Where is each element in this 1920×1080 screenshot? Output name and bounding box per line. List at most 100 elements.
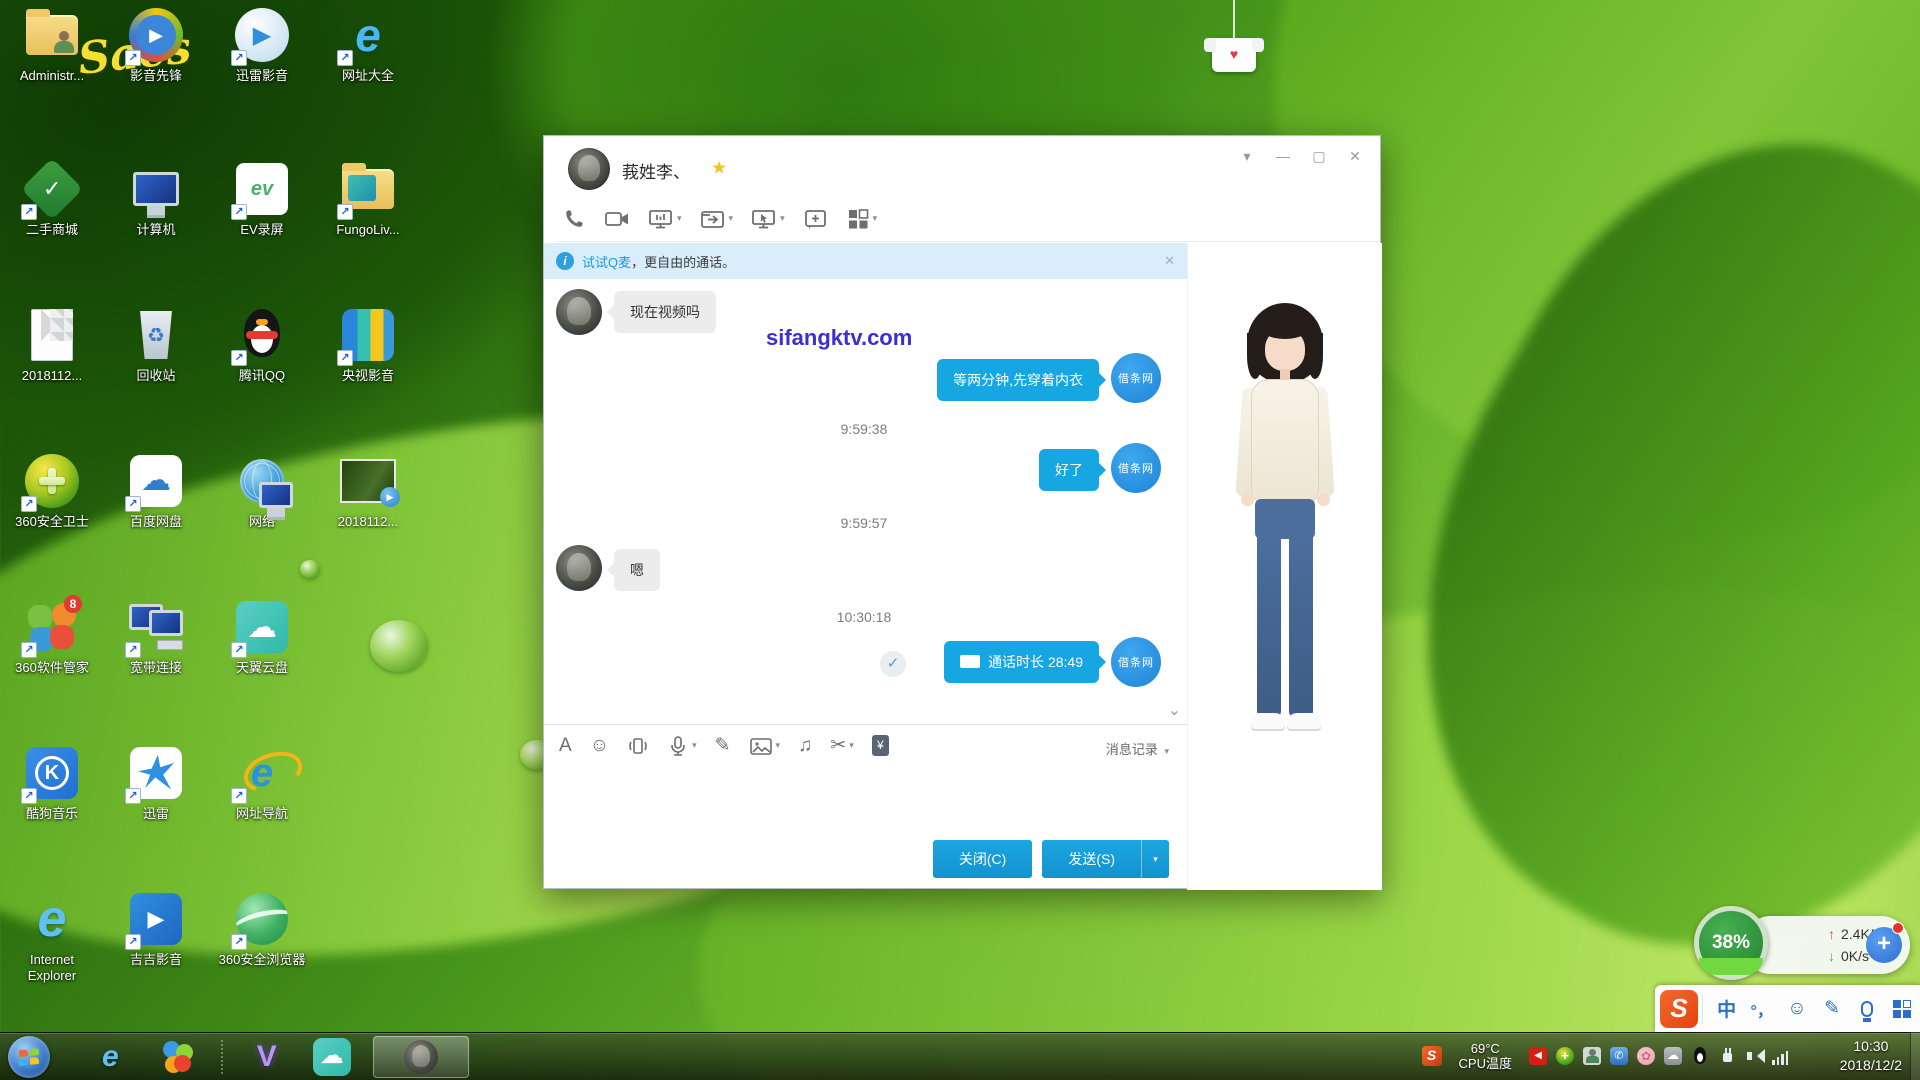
sogou-logo[interactable]: S xyxy=(1660,990,1698,1028)
shortcut-arrow-icon: ↗ xyxy=(21,788,37,804)
desktop-icon-kugou[interactable]: K↗ 酷狗音乐 xyxy=(4,744,100,822)
desktop-icon-xunlei[interactable]: ↗ 迅雷 xyxy=(108,744,204,822)
memory-ball[interactable]: 38% xyxy=(1694,906,1768,980)
cross-icon xyxy=(39,468,65,494)
desktop-icon-wangzhidaquan[interactable]: e↗ 网址大全 xyxy=(320,6,416,84)
send-options-caret[interactable]: ▾ xyxy=(1141,840,1169,878)
desktop-icon-ev-luping[interactable]: ev↗ EV录屏 xyxy=(214,160,310,238)
taskbar-clock[interactable]: 10:302018/12/2 xyxy=(1840,1037,1902,1075)
taskbar-chat-window-button[interactable] xyxy=(373,1036,469,1078)
peer-message-avatar[interactable] xyxy=(556,289,602,335)
desktop-icon-360-software[interactable]: 8↗ 360软件管家 xyxy=(4,598,100,676)
self-avatar[interactable]: 借条网 xyxy=(1111,637,1161,687)
emoji-picker-button[interactable]: ☺ xyxy=(1779,998,1814,1020)
desktop-icon-broadband[interactable]: ↗ 宽带连接 xyxy=(108,598,204,676)
desktop-icon-internet-explorer[interactable]: e Internet Explorer xyxy=(4,890,100,984)
tray-qq-icon[interactable] xyxy=(1691,1047,1709,1065)
voice-input-button[interactable] xyxy=(1850,1001,1885,1017)
windows-flag-icon xyxy=(19,1047,39,1065)
desktop-icon-360-browser[interactable]: ↗ 360安全浏览器 xyxy=(214,890,310,968)
window-menu-button[interactable]: ▾ xyxy=(1236,148,1258,165)
qq-show-panel xyxy=(1187,243,1382,890)
desktop-icon-baidu-netdisk[interactable]: ☁↗ 百度网盘 xyxy=(108,452,204,530)
video-call-button[interactable] xyxy=(598,203,636,235)
desktop-icon-fungoliv[interactable]: ↗ FungoLiv... xyxy=(320,160,416,238)
desktop-icon-wangzhidaohang[interactable]: e↗ 网址导航 xyxy=(214,744,310,822)
desktop-icon-administrator[interactable]: Administr... xyxy=(4,6,100,84)
notice-close-icon[interactable]: ✕ xyxy=(1164,253,1175,269)
maximize-button[interactable]: ▢ xyxy=(1308,148,1330,165)
desktop-icon-document-2018112[interactable]: 2018112... xyxy=(4,306,100,384)
desktop-icon-network[interactable]: 网络 xyxy=(214,452,310,530)
scroll-to-bottom-icon[interactable]: ⌄ xyxy=(1168,700,1181,720)
font-button[interactable]: A xyxy=(554,732,577,760)
music-button[interactable]: ♫ xyxy=(793,732,817,760)
tray-network-icon[interactable] xyxy=(1772,1047,1790,1065)
tray-megaphone-icon[interactable] xyxy=(1529,1047,1547,1065)
tray-user-icon[interactable] xyxy=(1583,1047,1601,1065)
input-zone: A ☺ ▾ ✎ ▾ ♫ ✂ ▾ ¥ 消息记录 ▾ xyxy=(544,724,1187,890)
taskbar-cloud-button[interactable]: ☁ xyxy=(313,1038,351,1076)
tray-sogou-icon[interactable]: S xyxy=(1422,1046,1442,1066)
self-avatar[interactable]: 借条网 xyxy=(1111,353,1161,403)
shortcut-arrow-icon: ↗ xyxy=(231,50,247,66)
desktop-icon-computer[interactable]: 计算机 xyxy=(108,160,204,238)
shortcut-arrow-icon: ↗ xyxy=(125,496,141,512)
start-button[interactable] xyxy=(8,1036,50,1078)
desktop-icon-360-safe[interactable]: ↗ 360安全卫士 xyxy=(4,452,100,530)
desktop-icon-tencent-qq[interactable]: ↗ 腾讯QQ xyxy=(214,306,310,384)
red-packet-icon: ¥ xyxy=(872,735,889,756)
create-session-button[interactable] xyxy=(797,203,834,235)
close-chat-button[interactable]: 关闭(C) xyxy=(933,840,1032,878)
taskbar-v-app-button[interactable]: V xyxy=(257,1040,277,1074)
send-button[interactable]: 发送(S) xyxy=(1042,840,1141,878)
self-avatar[interactable]: 借条网 xyxy=(1111,443,1161,493)
desktop-icon-ershoushangcheng[interactable]: ✓↗ 二手商城 xyxy=(4,160,100,238)
message-history[interactable]: 现在视频吗 sifangktv.com 等两分钟,先穿着内衣 借条网 9:59:… xyxy=(544,279,1187,724)
show-desktop-button[interactable] xyxy=(1910,1032,1920,1080)
desktop-icon-tianyi-cloud[interactable]: ☁↗ 天翼云盘 xyxy=(214,598,310,676)
taskbar-sogou-button[interactable] xyxy=(161,1040,195,1074)
voice-message-button[interactable]: ▾ xyxy=(662,732,702,760)
window-shake-button[interactable] xyxy=(622,732,654,760)
tray-phone-icon[interactable] xyxy=(1610,1047,1628,1065)
handwriting-button[interactable]: ✎ xyxy=(1815,997,1850,1020)
desktop-icon-yangshiyingyin[interactable]: ↗ 央视影音 xyxy=(320,306,416,384)
tray-volume-icon[interactable] xyxy=(1745,1047,1763,1065)
toolbox-button[interactable] xyxy=(1885,1000,1920,1018)
tray-cloud-icon[interactable] xyxy=(1664,1047,1682,1065)
tray-flower-icon[interactable] xyxy=(1637,1047,1655,1065)
send-file-button[interactable]: ▾ xyxy=(694,203,740,235)
desktop-icon-video-2018112[interactable]: ▶ 2018112... xyxy=(320,452,416,530)
peer-avatar[interactable] xyxy=(568,148,610,190)
desktop-icon-yingyinxianfeng[interactable]: ▶↗ 影音先锋 xyxy=(108,6,204,84)
desktop-icon-xunleiyingyin[interactable]: ▶↗ 迅雷影音 xyxy=(214,6,310,84)
screenshot-button[interactable]: ✂ ▾ xyxy=(825,731,858,760)
desktop-icon-recycle-bin[interactable]: ♻ 回收站 xyxy=(108,306,204,384)
apps-grid-button[interactable]: ▾ xyxy=(840,203,884,235)
screen-demo-button[interactable]: ▾ xyxy=(642,203,688,235)
send-image-button[interactable]: ▾ xyxy=(744,732,786,760)
tray-power-icon[interactable] xyxy=(1718,1047,1736,1065)
e-ring-icon: e xyxy=(251,751,273,796)
app-tile-icon xyxy=(348,175,376,201)
handwrite-button[interactable]: ✎ xyxy=(710,731,736,760)
chinese-mode-button[interactable]: 中 xyxy=(1709,995,1744,1022)
remote-desktop-button[interactable]: ▾ xyxy=(745,203,791,235)
red-packet-button[interactable]: ¥ xyxy=(867,732,894,759)
message-history-button[interactable]: 消息记录 ▾ xyxy=(1106,739,1169,758)
taskbar-ie-button[interactable]: e xyxy=(102,1040,119,1074)
close-button[interactable]: ✕ xyxy=(1344,148,1366,165)
desktop-icon-jiji-player[interactable]: ▶↗ 吉吉影音 xyxy=(108,890,204,968)
sogou-input-bar: S 中 °， ☺ ✎ xyxy=(1655,985,1920,1032)
window-titlebar[interactable]: 莪姓李、 ★ ▾ — ▢ ✕ xyxy=(544,136,1380,196)
tshirt-gadget[interactable]: ♥ xyxy=(1212,38,1256,72)
minimize-button[interactable]: — xyxy=(1272,148,1294,165)
voice-call-button[interactable] xyxy=(556,203,592,235)
qmic-link[interactable]: 试试Q麦 xyxy=(582,252,631,271)
punctuation-button[interactable]: °， xyxy=(1744,997,1779,1021)
caret-down-icon: ▾ xyxy=(873,213,878,224)
peer-message-avatar[interactable] xyxy=(556,545,602,591)
emoji-button[interactable]: ☺ xyxy=(585,732,614,760)
tray-360-icon[interactable] xyxy=(1556,1047,1574,1065)
